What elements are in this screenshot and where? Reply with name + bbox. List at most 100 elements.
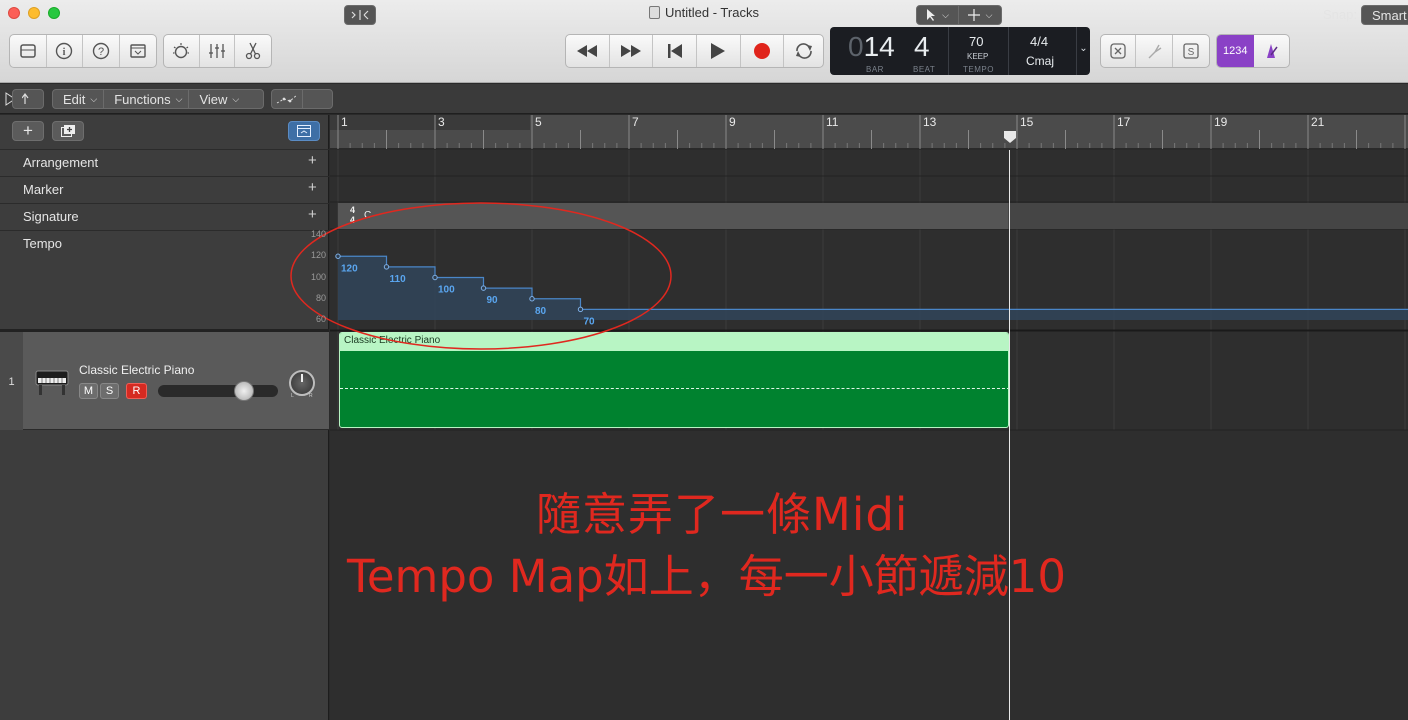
global-track-arrangement[interactable]: Arrangement [23, 155, 98, 170]
replace-button[interactable] [1101, 35, 1137, 67]
rewind-icon [577, 45, 598, 57]
chevron-down-icon: ⌄ [1079, 43, 1088, 54]
pan-right-label: R [309, 393, 313, 399]
playhead[interactable] [1009, 150, 1010, 720]
global-track-marker[interactable]: Marker [23, 182, 63, 197]
library-button[interactable] [10, 35, 47, 67]
help-icon: ? [92, 42, 109, 60]
divider [0, 149, 329, 150]
add-track-button[interactable]: + [12, 121, 44, 141]
track-name[interactable]: Classic Electric Piano [79, 363, 194, 377]
editor-buttons-group [163, 34, 272, 68]
lcd-display[interactable]: 014 4 BAR BEAT 70 KEEP TEMPO 4/4 Cmaj ⌄ [830, 27, 1090, 75]
scissors-icon [246, 42, 261, 60]
back-button[interactable] [12, 89, 44, 109]
catch-playhead-button[interactable] [344, 5, 376, 25]
catch-icon [351, 10, 369, 20]
metronome-button[interactable] [1254, 35, 1290, 67]
mute-button[interactable]: M [79, 383, 98, 399]
playhead-handle-icon[interactable] [1003, 130, 1017, 144]
play-icon [711, 43, 726, 59]
signature-empty [1008, 203, 1408, 229]
command-click-tool-menu[interactable]: ⌵ [959, 6, 1001, 24]
editors-button[interactable] [235, 35, 271, 67]
pan-left-label: L [291, 393, 294, 399]
inspector-button[interactable]: i [47, 35, 83, 67]
left-click-tool-menu[interactable]: ⌵ [917, 6, 960, 24]
ruler-bar-label: 9 [729, 115, 736, 129]
ruler-bar-label: 5 [535, 115, 542, 129]
library-icon [20, 44, 36, 58]
global-track-signature[interactable]: Signature [23, 209, 79, 224]
solo-button[interactable]: S [1173, 35, 1209, 67]
lcd-time-signature[interactable]: 4/4 [1030, 34, 1048, 49]
record-icon [753, 43, 770, 59]
rewind-button[interactable] [566, 35, 610, 67]
plus-icon: + [23, 121, 33, 140]
count-in-button[interactable]: 1234 [1217, 35, 1254, 67]
add-marker-button[interactable]: + [308, 179, 317, 196]
tuner-button[interactable] [1136, 35, 1173, 67]
snap-menu[interactable]: Smart [1361, 5, 1408, 25]
new-track-with-settings-button[interactable] [52, 121, 84, 141]
chevron-down-icon: ⌵ [942, 9, 949, 20]
record-enable-button[interactable]: R [126, 383, 147, 399]
record-button[interactable] [741, 35, 785, 67]
tempo-scale-label: 100 [310, 271, 326, 282]
volume-slider[interactable] [158, 381, 278, 401]
lcd-divider [948, 27, 949, 75]
quick-help-button[interactable]: ? [83, 35, 120, 67]
tracks-menu-bar: Edit ⌵ Functions ⌵ View ⌵ [0, 84, 1408, 114]
lcd-beat: 4 [914, 31, 930, 62]
lcd-menu-button[interactable]: ⌄ [1076, 27, 1090, 75]
add-track-settings-icon [61, 125, 75, 137]
global-track-tempo[interactable]: Tempo [23, 236, 62, 251]
ruler-bar-label: 15 [1020, 115, 1034, 129]
window-titlebar: Untitled - Tracks i ? 014 4 BAR BEAT 70 … [0, 0, 1408, 83]
fast-forward-button[interactable] [610, 35, 654, 67]
pan-indicator [301, 374, 303, 382]
info-icon: i [56, 42, 73, 60]
lcd-bar: 014 [848, 31, 895, 62]
play-button[interactable] [697, 35, 741, 67]
view-buttons-group: i ? [9, 34, 157, 68]
skip-back-icon [667, 44, 682, 58]
ruler-bar-label: 1 [341, 115, 348, 129]
edit-menu[interactable]: Edit ⌵ [53, 90, 105, 108]
ruler-ticks [337, 115, 1406, 149]
divider [0, 176, 329, 177]
annotation-ellipse [290, 202, 672, 350]
functions-menu[interactable]: Functions ⌵ [104, 90, 190, 108]
tempo-scale-label: 120 [310, 250, 326, 261]
replace-icon [1110, 43, 1126, 59]
lcd-beat-label: BEAT [913, 65, 936, 74]
track-header-1[interactable]: 1 Classic Electric Piano M S R L R [0, 332, 329, 430]
chevron-down-icon: ⌵ [175, 93, 183, 104]
metronome-icon [1267, 44, 1278, 58]
bar-ruler[interactable]: 1357911131517192123 [330, 115, 1408, 149]
global-tracks-icon [297, 125, 311, 137]
global-tracks-button[interactable] [288, 121, 320, 141]
lcd-key[interactable]: Cmaj [1026, 54, 1054, 68]
solo-button[interactable]: S [100, 383, 119, 399]
automation-group [271, 89, 333, 109]
mode-buttons-group: S [1100, 34, 1210, 68]
smart-controls-button[interactable] [164, 35, 200, 67]
midi-note-lines [340, 388, 1008, 389]
add-arrangement-button[interactable]: + [308, 152, 317, 169]
lcd-tempo-mode[interactable]: KEEP [967, 52, 988, 61]
cycle-button[interactable] [784, 35, 823, 67]
go-to-beginning-button[interactable] [653, 35, 697, 67]
tempo-scale-label: 140 [310, 229, 326, 239]
automation-button[interactable] [272, 90, 303, 108]
volume-slider-thumb[interactable] [234, 381, 254, 401]
view-menu[interactable]: View ⌵ [189, 90, 245, 108]
ruler-bar-label: 19 [1214, 115, 1228, 129]
toolbar-button[interactable] [120, 35, 156, 67]
mixer-button[interactable] [200, 35, 236, 67]
edit-menu-label: Edit [63, 91, 86, 107]
lcd-tempo[interactable]: 70 [969, 34, 983, 49]
electric-piano-icon [34, 369, 70, 402]
annotation-line-1: 隨意弄了一條Midi [536, 488, 909, 541]
divider [0, 230, 329, 231]
